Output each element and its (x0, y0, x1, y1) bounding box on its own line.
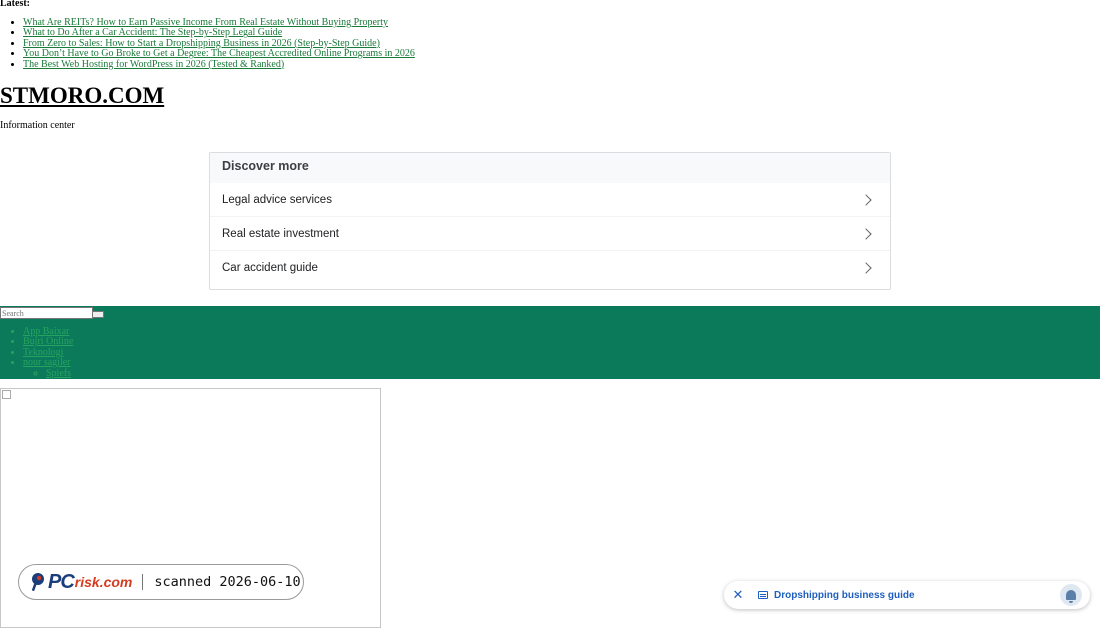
chevron-right-icon (860, 262, 872, 274)
discover-item-car-accident[interactable]: Car accident guide (210, 251, 890, 285)
logo-pc-text: PC (48, 570, 75, 593)
pcrisk-logo: PC risk.com (30, 571, 132, 594)
discover-item-label: Legal advice services (222, 193, 332, 206)
notification-pill[interactable]: ✕ Dropshipping business guide (724, 581, 1090, 609)
close-icon[interactable]: ✕ (730, 587, 746, 603)
nav-menu: App Baixar Bujri Online Teknologi nour s… (0, 326, 73, 379)
nav-submenu: Spiefs (23, 368, 73, 379)
nav-link-teknologi[interactable]: Teknologi (23, 347, 63, 358)
discover-item-legal-advice[interactable]: Legal advice services (210, 183, 890, 217)
nav-sublink-spiefs[interactable]: Spiefs (46, 368, 71, 379)
broken-image-icon (2, 390, 11, 399)
headline-link[interactable]: What Are REITs? How to Earn Passive Inco… (23, 17, 388, 28)
latest-headlines-list: What Are REITs? How to Earn Passive Inco… (0, 17, 415, 70)
badge-divider (142, 574, 144, 590)
discover-item-real-estate[interactable]: Real estate investment (210, 217, 890, 251)
site-title-link[interactable]: STMORO.COM (0, 83, 164, 108)
site-tagline: Information center (0, 120, 75, 131)
discover-more-heading: Discover more (210, 153, 890, 183)
discover-item-label: Car accident guide (222, 262, 318, 274)
notification-text[interactable]: Dropshipping business guide (774, 590, 915, 601)
bell-icon (1066, 590, 1076, 603)
nav-link-bujri-online[interactable]: Bujri Online (23, 336, 73, 347)
headline-link[interactable]: From Zero to Sales: How to Start a Drops… (23, 38, 380, 49)
nav-link-app-baixar[interactable]: App Baixar (23, 326, 69, 337)
discover-more-card: Discover more Legal advice services Real… (209, 152, 891, 290)
chevron-right-icon (860, 193, 872, 206)
nav-subitem: Spiefs (46, 368, 73, 379)
magnifier-logo-icon (31, 573, 44, 591)
headline-link[interactable]: You Don’t Have to Go Broke to Get a Degr… (23, 48, 415, 59)
headline-link[interactable]: What to Do After a Car Accident: The Ste… (23, 27, 282, 38)
site-title: STMORO.COM (0, 82, 164, 110)
discover-item-label: Real estate investment (222, 227, 339, 240)
headline-link[interactable]: The Best Web Hosting for WordPress in 20… (23, 59, 284, 70)
article-icon (758, 591, 768, 599)
notification-bell-button[interactable] (1060, 584, 1082, 606)
search-input[interactable] (0, 307, 93, 319)
chevron-right-icon (860, 227, 872, 240)
logo-domain-text: risk.com (74, 574, 133, 590)
nav-link-nour-sagiler[interactable]: nour sagiler (23, 357, 71, 368)
scan-date-text: scanned 2026-06-10 (154, 574, 301, 590)
latest-label: Latest: (0, 0, 30, 9)
list-item: The Best Web Hosting for WordPress in 20… (23, 59, 415, 70)
nav-item: nour sagiler Spiefs (23, 358, 73, 379)
scan-badge: PC risk.com scanned 2026-06-10 (18, 564, 304, 600)
nav-band: App Baixar Bujri Online Teknologi nour s… (0, 306, 1100, 379)
search-submit-button[interactable] (92, 311, 104, 318)
